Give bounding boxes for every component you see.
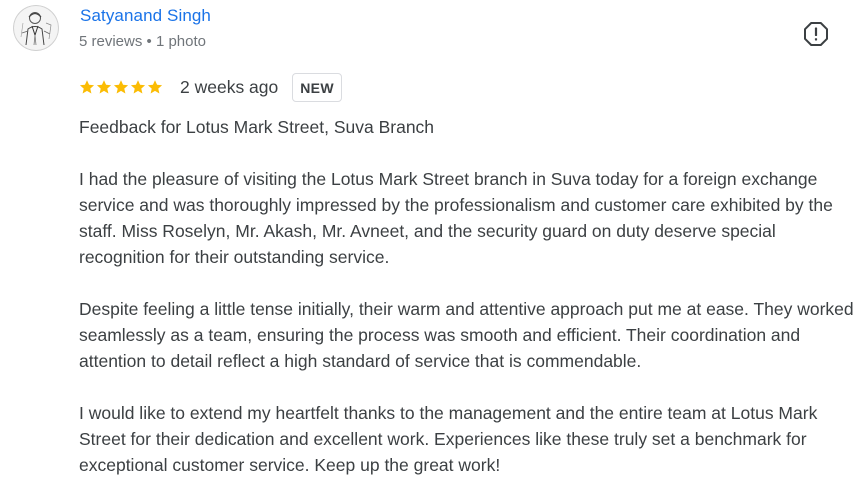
rating-row: 2 weeks ago NEW	[79, 72, 342, 102]
report-exclamation-icon	[804, 22, 828, 46]
star-icon	[79, 80, 95, 94]
new-badge: NEW	[292, 72, 342, 102]
review-paragraph: I had the pleasure of visiting the Lotus…	[79, 169, 833, 267]
report-review-button[interactable]	[803, 21, 829, 47]
review-time: 2 weeks ago	[180, 76, 279, 97]
reviewer-avatar[interactable]	[13, 5, 59, 51]
star-rating	[79, 79, 163, 95]
star-icon	[96, 80, 112, 94]
star-icon	[147, 80, 163, 94]
reviewer-name-link[interactable]: Satyanand Singh	[80, 6, 211, 26]
review-title: Feedback for Lotus Mark Street, Suva Bra…	[79, 117, 435, 137]
avatar-image	[13, 5, 59, 51]
review-text: Feedback for Lotus Mark Street, Suva Bra…	[79, 114, 859, 478]
reviewer-meta: 5 reviews • 1 photo	[79, 33, 206, 50]
review-paragraph: I would like to extend my heartfelt than…	[79, 403, 818, 475]
star-icon	[113, 80, 129, 94]
review-paragraph: Despite feeling a little tense initially…	[79, 299, 854, 371]
star-icon	[130, 80, 146, 94]
